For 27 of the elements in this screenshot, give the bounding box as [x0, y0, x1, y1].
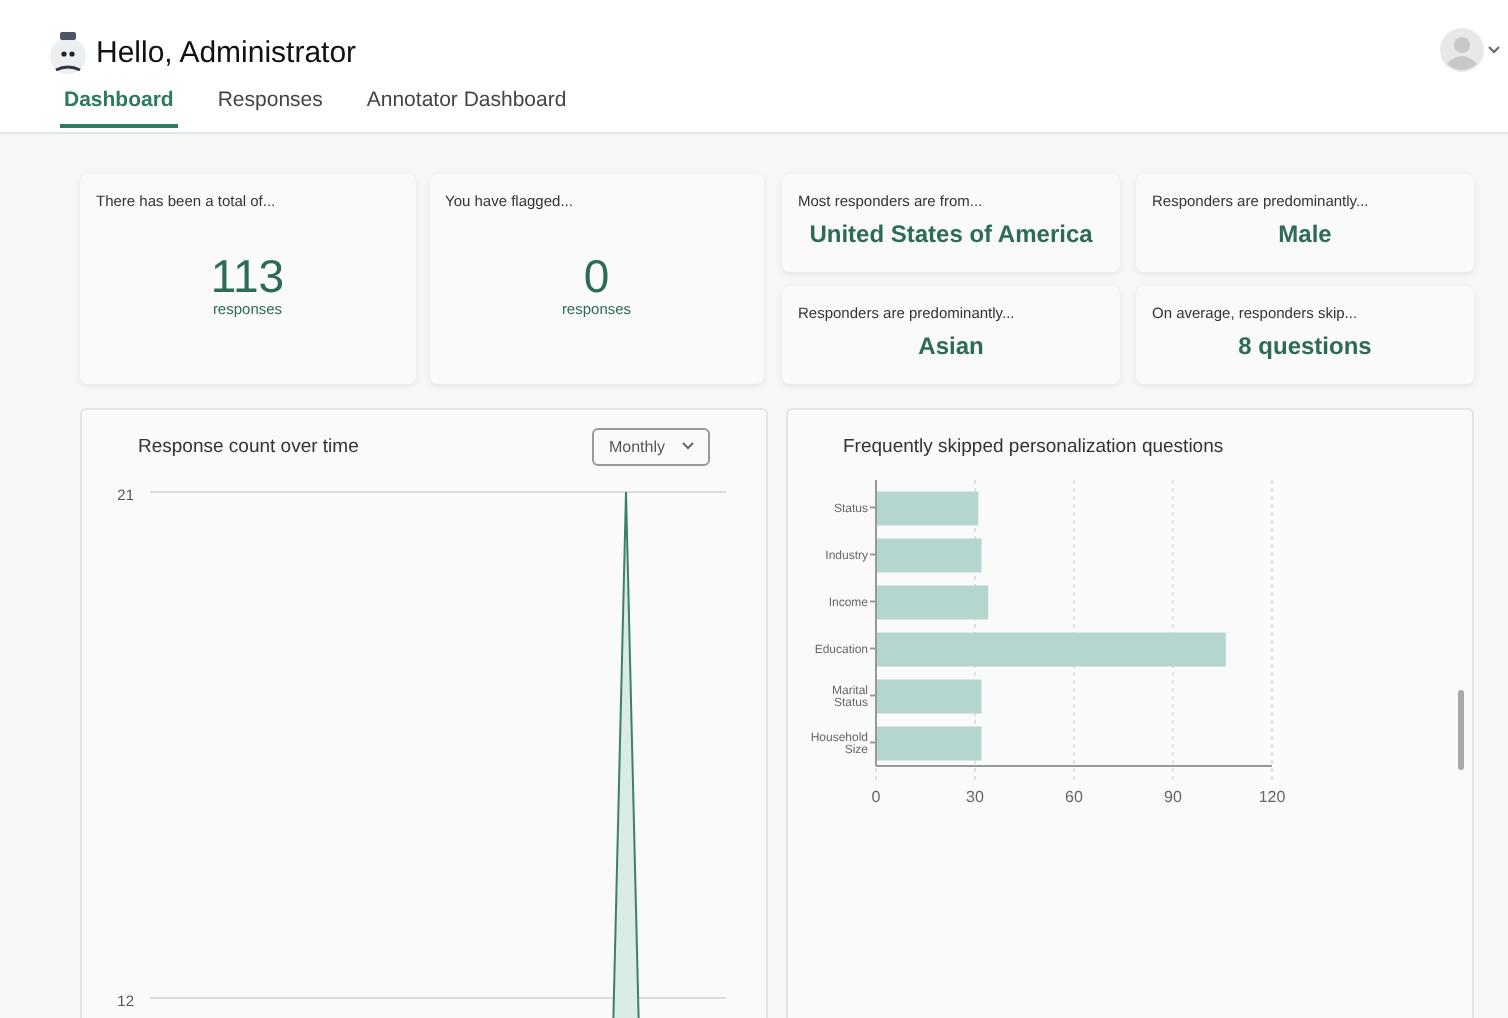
stat-value: 113 — [208, 254, 287, 300]
greeting-title: Hello, Administrator — [96, 35, 357, 69]
x-tick-label: 60 — [1064, 788, 1082, 806]
stat-value: 8 questions — [1236, 331, 1374, 359]
bar — [875, 585, 988, 620]
caret-icon[interactable] — [1488, 46, 1500, 54]
nav-tab[interactable]: Dashboard — [60, 84, 178, 128]
chart-title: Frequently skipped personalization questions — [843, 435, 1224, 457]
bar — [875, 679, 981, 714]
chart-title: Response count over time — [138, 435, 359, 457]
scrollbar[interactable] — [1458, 690, 1464, 770]
x-tick-label: 30 — [965, 788, 983, 806]
stat-value: Asian — [916, 331, 986, 359]
robot-avatar-icon — [44, 28, 92, 76]
chevron-down-icon — [681, 442, 693, 450]
nav-tab[interactable]: Annotator Dashboard — [362, 84, 571, 128]
x-tick-label: 120 — [1257, 788, 1285, 806]
bar — [875, 491, 978, 526]
nav-tab[interactable]: Responses — [213, 84, 327, 128]
bar — [875, 726, 981, 761]
stat-value: Male — [1276, 220, 1334, 248]
stat-value: 0 — [581, 254, 612, 300]
x-tick-label: 0 — [870, 788, 880, 806]
x-tick-label: 90 — [1163, 788, 1181, 806]
period-dropdown[interactable]: Monthly — [592, 427, 709, 465]
stat-value: United States of America — [807, 220, 1095, 248]
bar — [875, 538, 981, 573]
